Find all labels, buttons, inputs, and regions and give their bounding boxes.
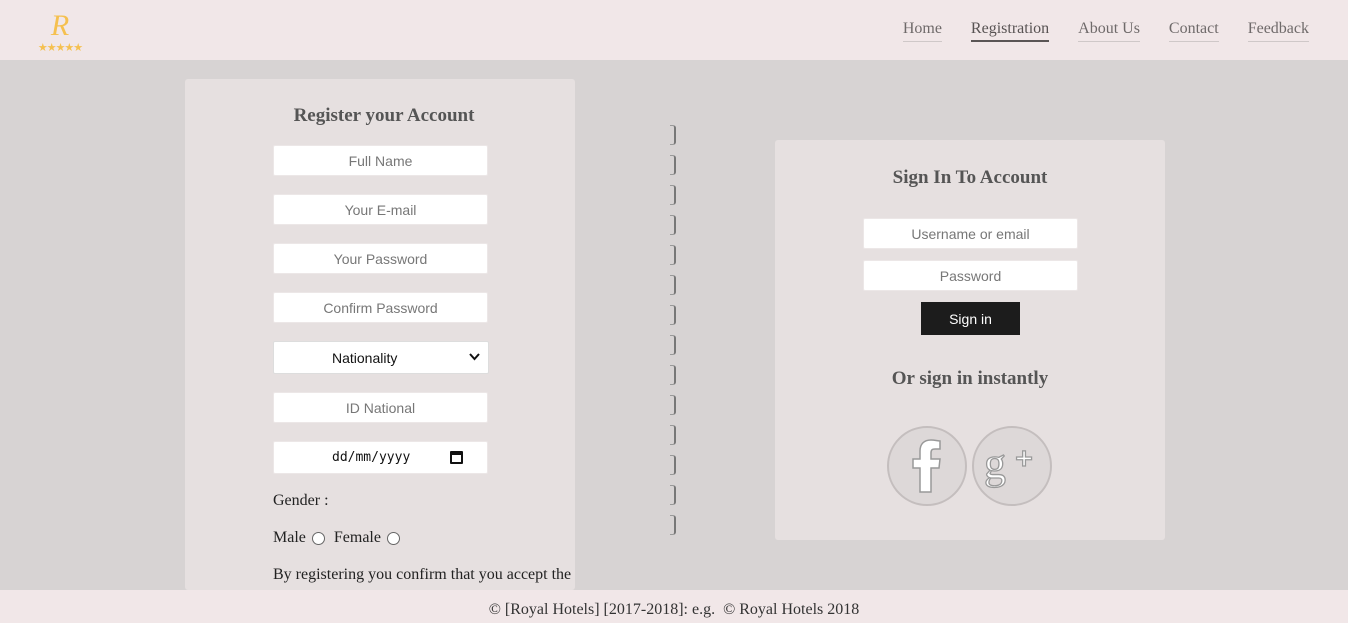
chevron-down-icon — [469, 352, 480, 364]
google-plus-icon[interactable]: g + — [972, 426, 1052, 506]
female-label: Female — [333, 529, 381, 546]
divider-segment — [670, 425, 676, 445]
terms-text: By registering you confirm that you acce… — [273, 566, 572, 583]
divider-segment — [670, 275, 676, 295]
footer-copyright: © [Royal Hotels] [2017-2018]: e.g. © Roy… — [488, 601, 860, 618]
register-title: Register your Account — [293, 105, 475, 126]
calendar-icon[interactable] — [450, 451, 463, 464]
nationality-select[interactable]: Nationality — [273, 341, 489, 374]
divider-segment — [670, 215, 676, 235]
nav-registration[interactable]: Registration — [970, 19, 1050, 42]
divider-segment — [670, 155, 676, 175]
nav-feedback[interactable]: Feedback — [1247, 19, 1309, 42]
gender-label: Gender : — [273, 492, 329, 509]
nav-links: Home Registration About Us Contact Feedb… — [902, 19, 1309, 42]
nationality-selected-value: Nationality — [332, 349, 398, 366]
royal-hotels-logo[interactable]: R ★★★★★ — [28, 10, 92, 56]
password-field[interactable]: Your Password — [273, 243, 488, 274]
divider-segment — [670, 455, 676, 475]
signin-button[interactable]: Sign in — [921, 302, 1020, 335]
gender-options: Male Female — [273, 529, 409, 547]
male-radio[interactable] — [311, 531, 325, 545]
logo-letter: R — [50, 9, 70, 42]
signin-title: Sign In To Account — [892, 167, 1048, 188]
full-name-field[interactable]: Full Name — [273, 145, 488, 176]
confirm-password-field[interactable]: Confirm Password — [273, 292, 488, 323]
id-national-field[interactable]: ID National — [273, 392, 488, 423]
svg-text:g: g — [984, 440, 1006, 488]
divider-segment — [670, 335, 676, 355]
divider-segment — [670, 515, 676, 535]
nav-contact[interactable]: Contact — [1168, 19, 1219, 42]
divider-segment — [670, 125, 676, 145]
divider-segment — [670, 245, 676, 265]
vertical-divider — [670, 125, 678, 545]
divider-segment — [670, 185, 676, 205]
female-radio[interactable] — [386, 531, 400, 545]
username-field[interactable]: Username or email — [863, 218, 1078, 249]
facebook-icon[interactable] — [887, 426, 967, 506]
nav-about-us[interactable]: About Us — [1078, 19, 1140, 42]
date-placeholder: dd/mm/yyyy — [332, 450, 411, 465]
logo-stars: ★★★★★ — [37, 41, 83, 54]
top-navbar: R ★★★★★ Home Registration About Us Conta… — [0, 0, 1348, 60]
register-panel: Register your Account Full Name Your E-m… — [185, 79, 575, 590]
divider-segment — [670, 365, 676, 385]
signin-password-field[interactable]: Password — [863, 260, 1078, 291]
divider-segment — [670, 485, 676, 505]
male-label: Male — [273, 529, 306, 546]
footer: © [Royal Hotels] [2017-2018]: e.g. © Roy… — [0, 590, 1348, 623]
divider-segment — [670, 305, 676, 325]
divider-segment — [670, 395, 676, 415]
instant-signin-title: Or sign in instantly — [891, 368, 1049, 389]
svg-text:+: + — [1014, 444, 1034, 472]
birth-date-field[interactable]: dd/mm/yyyy — [273, 441, 488, 474]
email-field[interactable]: Your E-mail — [273, 194, 488, 225]
signin-panel: Sign In To Account Username or email Pas… — [775, 140, 1165, 540]
nav-home[interactable]: Home — [902, 19, 942, 42]
